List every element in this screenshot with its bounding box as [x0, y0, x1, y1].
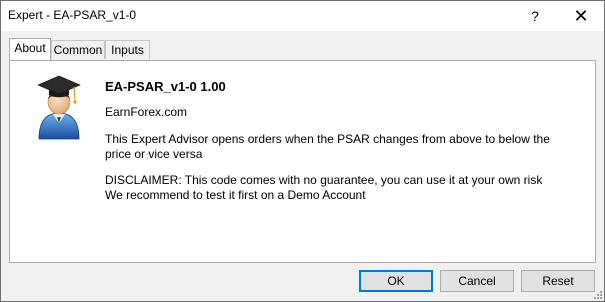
- company-link: EarnForex.com: [105, 105, 188, 119]
- expert-dialog: Expert - EA-PSAR_v1-0 ? ✕ About Common I…: [0, 0, 605, 302]
- resize-grip-icon[interactable]: [592, 289, 602, 299]
- about-panel: EA-PSAR_v1-0 1.00 EarnForex.com This Exp…: [9, 60, 596, 263]
- disclaimer-text: DISCLAIMER: This code comes with no guar…: [105, 173, 543, 187]
- recommendation-text: We recommend to test it first on a Demo …: [105, 188, 366, 202]
- tab-about[interactable]: About: [9, 38, 51, 60]
- expert-description: This Expert Advisor opens orders when th…: [105, 132, 550, 161]
- close-button[interactable]: ✕: [558, 1, 604, 31]
- title-bar[interactable]: Expert - EA-PSAR_v1-0 ? ✕: [1, 1, 604, 31]
- ok-button[interactable]: OK: [359, 270, 433, 292]
- reset-button[interactable]: Reset: [521, 270, 595, 292]
- tab-inputs[interactable]: Inputs: [105, 40, 150, 59]
- about-content: EA-PSAR_v1-0 1.00 EarnForex.com This Exp…: [105, 79, 583, 203]
- help-button[interactable]: ?: [512, 1, 558, 31]
- tab-common[interactable]: Common: [51, 40, 105, 59]
- graduate-icon: [37, 75, 81, 140]
- window-title: Expert - EA-PSAR_v1-0: [8, 8, 137, 22]
- expert-name-version: EA-PSAR_v1-0 1.00: [105, 79, 226, 94]
- cancel-button[interactable]: Cancel: [440, 270, 514, 292]
